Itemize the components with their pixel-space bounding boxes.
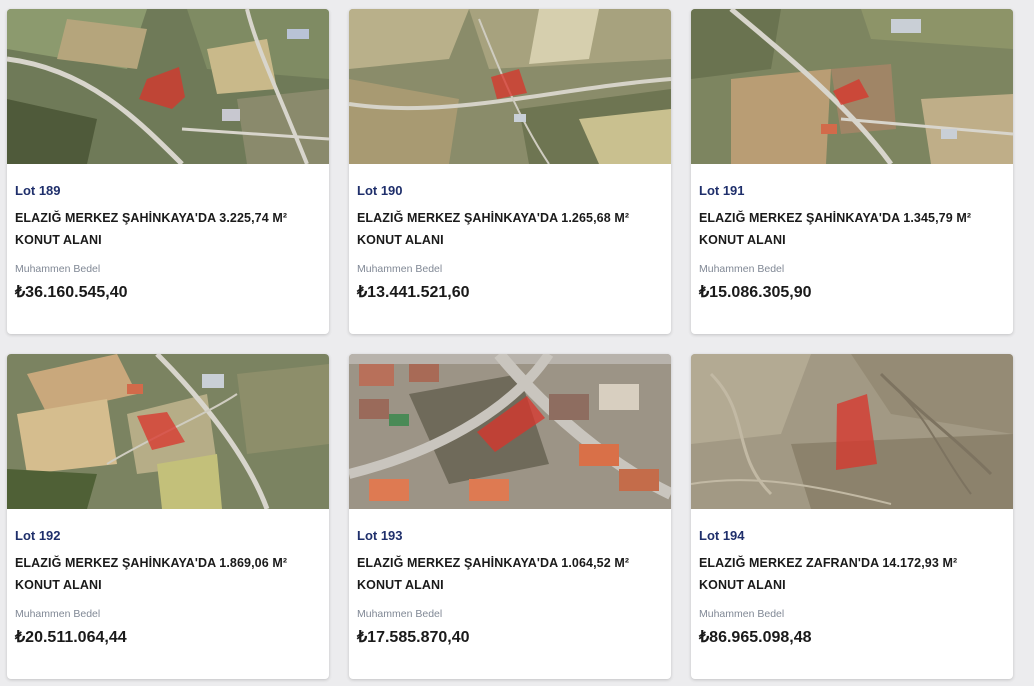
satellite-map-image[interactable] (691, 354, 1013, 509)
price-value: ₺13.441.521,60 (357, 284, 470, 301)
satellite-map-image[interactable] (7, 354, 329, 509)
lot-title[interactable]: ELAZIĞ MERKEZ ŞAHİNKAYA'DA 1.265,68 M² K… (357, 207, 661, 251)
satellite-map-image[interactable] (7, 9, 329, 164)
lot-title[interactable]: ELAZIĞ MERKEZ ŞAHİNKAYA'DA 3.225,74 M² K… (15, 207, 319, 251)
lot-card[interactable]: Lot 194 ELAZIĞ MERKEZ ZAFRAN'DA 14.172,9… (691, 354, 1013, 679)
lot-card[interactable]: Lot 191 ELAZIĞ MERKEZ ŞAHİNKAYA'DA 1.345… (691, 9, 1013, 334)
lot-number[interactable]: Lot 194 (699, 528, 1003, 544)
lot-card[interactable]: Lot 193 ELAZIĞ MERKEZ ŞAHİNKAYA'DA 1.064… (349, 354, 671, 679)
lot-title[interactable]: ELAZIĞ MERKEZ ŞAHİNKAYA'DA 1.064,52 M² K… (357, 552, 661, 596)
lot-number[interactable]: Lot 192 (15, 528, 319, 544)
satellite-map-image[interactable] (349, 354, 671, 509)
satellite-map-image[interactable] (349, 9, 671, 164)
price-value: ₺15.086.305,90 (699, 284, 812, 301)
price-label: Muhammen Bedel (699, 263, 785, 275)
price-label: Muhammen Bedel (357, 608, 443, 620)
lot-number[interactable]: Lot 189 (15, 183, 319, 199)
lot-title[interactable]: ELAZIĞ MERKEZ ŞAHİNKAYA'DA 1.869,06 M² K… (15, 552, 319, 596)
lot-number[interactable]: Lot 193 (357, 528, 661, 544)
price-label: Muhammen Bedel (357, 263, 443, 275)
price-value: ₺86.965.098,48 (699, 629, 812, 646)
lot-number[interactable]: Lot 190 (357, 183, 661, 199)
lot-title[interactable]: ELAZIĞ MERKEZ ZAFRAN'DA 14.172,93 M² KON… (699, 552, 1003, 596)
price-value: ₺36.160.545,40 (15, 284, 128, 301)
lot-number[interactable]: Lot 191 (699, 183, 1003, 199)
price-label: Muhammen Bedel (699, 608, 785, 620)
satellite-map-image[interactable] (691, 9, 1013, 164)
lot-card[interactable]: Lot 190 ELAZIĞ MERKEZ ŞAHİNKAYA'DA 1.265… (349, 9, 671, 334)
lot-card[interactable]: Lot 192 ELAZIĞ MERKEZ ŞAHİNKAYA'DA 1.869… (7, 354, 329, 679)
lot-title[interactable]: ELAZIĞ MERKEZ ŞAHİNKAYA'DA 1.345,79 M² K… (699, 207, 1003, 251)
price-value: ₺20.511.064,44 (15, 629, 127, 646)
lot-card[interactable]: Lot 189 ELAZIĞ MERKEZ ŞAHİNKAYA'DA 3.225… (7, 9, 329, 334)
price-value: ₺17.585.870,40 (357, 629, 470, 646)
price-label: Muhammen Bedel (15, 608, 101, 620)
price-label: Muhammen Bedel (15, 263, 101, 275)
